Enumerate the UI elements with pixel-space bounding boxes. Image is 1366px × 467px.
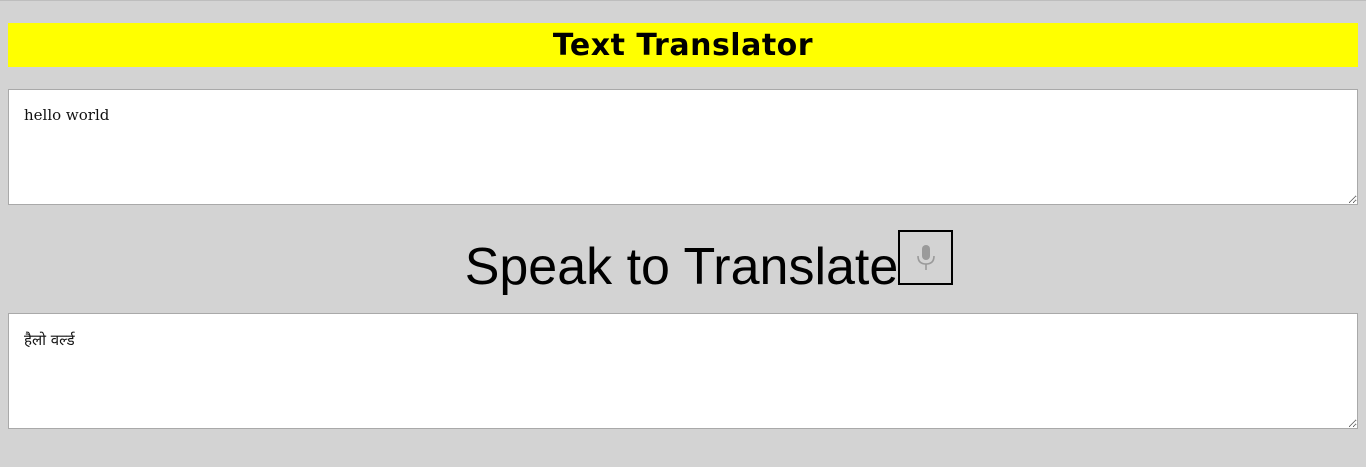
title-bar: Text Translator — [8, 23, 1358, 67]
microphone-icon — [916, 244, 935, 270]
speak-to-translate-label: Speak to Translate — [464, 238, 899, 296]
source-text-input[interactable] — [8, 89, 1358, 205]
translated-text-output[interactable] — [8, 313, 1358, 429]
speak-row: Speak to Translate — [0, 227, 1366, 297]
microphone-button[interactable] — [898, 230, 954, 285]
page: Text Translator Speak to Translate — [0, 0, 1366, 467]
page-title: Text Translator — [552, 27, 814, 63]
